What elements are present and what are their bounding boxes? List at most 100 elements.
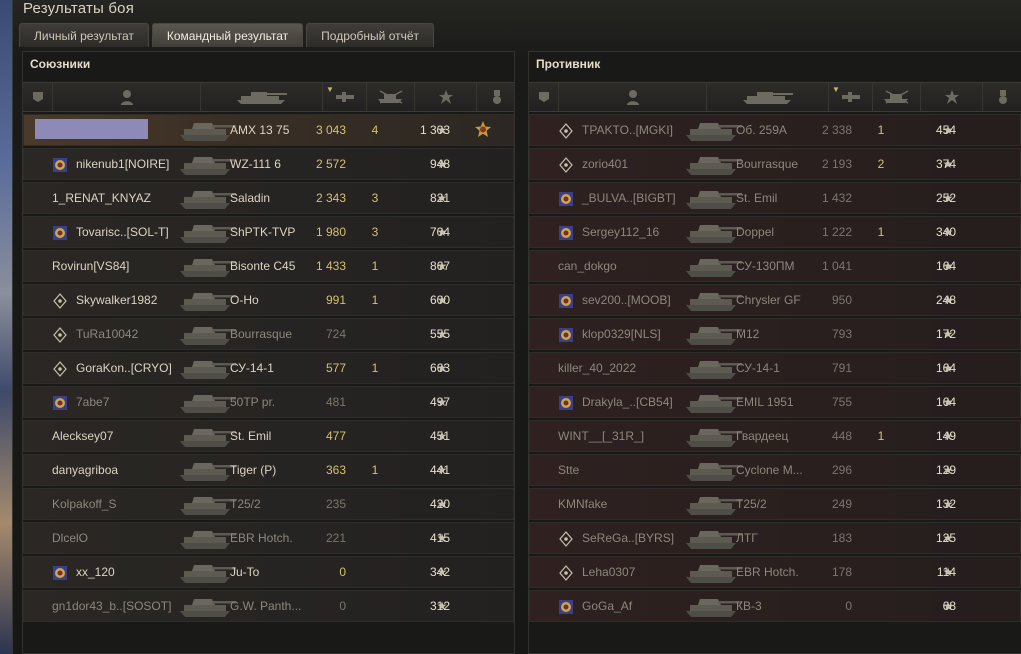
kills-column-header[interactable] xyxy=(367,83,415,111)
tab-detailed-report[interactable]: Подробный отчёт xyxy=(306,23,435,47)
tab-team-result[interactable]: Командный результат xyxy=(151,23,304,47)
damage-value: 724 xyxy=(325,327,346,341)
xp-star-icon: ★ xyxy=(436,497,448,511)
xp-star-icon: ★ xyxy=(942,225,954,239)
damage-value: 3 043 xyxy=(315,123,346,137)
kills-value: 1 xyxy=(877,225,885,239)
kills-value: 3 xyxy=(371,191,379,205)
player-row[interactable]: nikenub1[NOIRE] WZ-111 62 572 948 ★ xyxy=(23,148,514,180)
player-row[interactable]: GoraKon..[CRYO] СУ-14-1 577 1 663 ★ xyxy=(23,352,514,384)
player-name: GoraKon..[CRYO] xyxy=(76,361,172,375)
player-row[interactable]: Rovirun[VS84] Bisonte C45 1 433 1 867 ★ xyxy=(23,250,514,282)
player-row[interactable]: Sergey112_16 Doppel 1 222 1 340 ★ xyxy=(529,216,1021,248)
damage-value: 0 xyxy=(339,599,346,613)
damage-value: 448 xyxy=(831,429,852,443)
medal-icon xyxy=(492,90,501,104)
player-row[interactable]: danyagriboa Tiger (P) 363 1 441 ★ xyxy=(23,454,514,486)
vehicle-image xyxy=(686,225,742,243)
vehicle-name: AMX 13 75 xyxy=(230,123,290,137)
platoon-column-header[interactable] xyxy=(23,83,53,111)
player-row[interactable]: 7abe7 50TP pr. 481 497 ★ xyxy=(23,386,514,418)
player-row[interactable]: KMNfake T25/2 249 132 ★ xyxy=(529,488,1021,520)
platoon-column-header[interactable] xyxy=(529,83,559,111)
player-name: Rovirun[VS84] xyxy=(52,259,130,273)
tab-personal-result[interactable]: Личный результат xyxy=(19,23,149,47)
damage-column-header[interactable]: ▼ xyxy=(829,83,873,111)
player-row[interactable]: Kolpakoff_S T25/2 235 420 ★ xyxy=(23,488,514,520)
clan-emblem-icon xyxy=(53,566,67,580)
xp-column-header[interactable] xyxy=(921,83,983,111)
vehicle-column-header[interactable] xyxy=(201,83,323,111)
vehicle-image xyxy=(180,395,236,413)
damage-value: 0 xyxy=(845,599,852,613)
vehicle-image xyxy=(180,599,236,617)
player-row[interactable]: WINT__[_31R_] Гвардеец 448 1 149 ★ xyxy=(529,420,1021,452)
player-row[interactable]: 1_RENAT_KNYAZ Saladin 2 343 3 821 ★ xyxy=(23,182,514,214)
player-row[interactable]: Skywalker1982 O-Ho 991 1 600 ★ xyxy=(23,284,514,316)
kills-value: 1 xyxy=(877,429,885,443)
vehicle-image xyxy=(686,599,742,617)
player-row[interactable]: SeReGa..[BYRS] ЛТГ 183 125 ★ xyxy=(529,522,1021,554)
player-row[interactable]: TuRa10042 Bourrasque 724 555 ★ xyxy=(23,318,514,350)
clan-emblem-icon xyxy=(559,600,573,614)
damage-icon xyxy=(335,92,354,102)
player-row[interactable]: xx_120 Ju-To 0 342 ★ xyxy=(23,556,514,588)
damage-value: 481 xyxy=(325,395,346,409)
xp-star-icon: ★ xyxy=(942,123,954,137)
medal-award-icon[interactable] xyxy=(474,121,492,139)
vehicle-name: Bisonte C45 xyxy=(230,259,296,273)
vehicle-image xyxy=(686,531,742,549)
player-row[interactable]: Leha0307 EBR Hotch. 178 114 ★ xyxy=(529,556,1021,588)
player-column-header[interactable] xyxy=(559,83,707,111)
vehicle-image xyxy=(180,157,236,175)
player-row[interactable]: sev200..[MOOB] Chrysler GF 950 248 ★ xyxy=(529,284,1021,316)
player-name: KMNfake xyxy=(558,497,608,511)
damage-value: 477 xyxy=(325,429,346,443)
vehicle-name: St. Emil xyxy=(736,191,778,205)
player-row[interactable]: Stte Cyclone M... 296 129 ★ xyxy=(529,454,1021,486)
player-row[interactable]: Tovarisc..[SOL-T] ShPTK-TVP 1 980 3 704 ★ xyxy=(23,216,514,248)
player-name: zorio401 xyxy=(582,157,629,171)
xp-star-icon: ★ xyxy=(942,327,954,341)
medal-column-header[interactable] xyxy=(477,83,516,111)
player-row[interactable]: zorio401 Bourrasque 2 193 2 374 ★ xyxy=(529,148,1021,180)
xp-star-icon: ★ xyxy=(436,157,448,171)
player-name: sev200..[MOOB] xyxy=(582,293,671,307)
player-column-header[interactable] xyxy=(53,83,201,111)
allies-title: Союзники xyxy=(30,57,91,71)
kills-column-header[interactable] xyxy=(873,83,921,111)
player-row[interactable]: Drakyla_..[CB54] EMIL 1951 755 164 ★ xyxy=(529,386,1021,418)
results-tabs: Личный результат Командный результат Под… xyxy=(19,23,435,47)
medal-column-header[interactable] xyxy=(983,83,1021,111)
player-row[interactable]: gn1dor43_b..[SOSOT] G.W. Panth... 0 312 ★ xyxy=(23,590,514,622)
player-row[interactable]: _BULVA..[BIGBT] St. Emil 1 432 252 ★ xyxy=(529,182,1021,214)
kills-value: 1 xyxy=(371,293,379,307)
damage-value: 2 193 xyxy=(821,157,852,171)
damage-value: 1 222 xyxy=(821,225,852,239)
vehicle-name: Об. 259А xyxy=(736,123,787,137)
xp-star-icon: ★ xyxy=(436,599,448,613)
enemies-title: Противник xyxy=(536,57,601,71)
player-row[interactable]: TPAKTO..[MGKI] Об. 259А 2 338 1 454 ★ xyxy=(529,114,1021,146)
player-row[interactable]: GoGa_Af КВ-3 0 68 ★ xyxy=(529,590,1021,622)
kills-icon xyxy=(883,90,908,104)
xp-star-icon: ★ xyxy=(942,429,954,443)
player-row[interactable]: killer_40_2022 СУ-14-1 791 164 ★ xyxy=(529,352,1021,384)
xp-star-icon: ★ xyxy=(436,361,448,375)
player-row[interactable]: AMX 13 75 3 043 4 1 303 ★ xyxy=(23,114,514,146)
damage-value: 363 xyxy=(325,463,346,477)
damage-column-header[interactable]: ▼ xyxy=(323,83,367,111)
damage-value: 178 xyxy=(831,565,852,579)
damage-value: 2 572 xyxy=(315,157,346,171)
xp-column-header[interactable] xyxy=(415,83,477,111)
player-icon xyxy=(120,90,133,105)
player-row[interactable]: can_dokgo СУ-130ПМ 1 041 164 ★ xyxy=(529,250,1021,282)
player-row[interactable]: DlcelO EBR Hotch. 221 415 ★ xyxy=(23,522,514,554)
vehicle-name: ShPTK-TVP xyxy=(230,225,296,239)
allies-header: ▼ xyxy=(23,82,514,112)
damage-value: 221 xyxy=(325,531,346,545)
player-row[interactable]: Alecksey07 St. Emil 477 451 ★ xyxy=(23,420,514,452)
player-row[interactable]: klop0329[NLS] M12 793 172 ★ xyxy=(529,318,1021,350)
vehicle-column-header[interactable] xyxy=(707,83,829,111)
sort-arrow-icon: ▼ xyxy=(832,85,840,94)
